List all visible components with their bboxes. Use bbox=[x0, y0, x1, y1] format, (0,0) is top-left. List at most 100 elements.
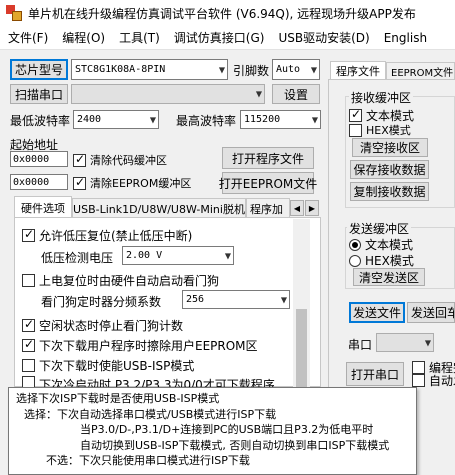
copy-receive-button[interactable]: 复制接收数据 bbox=[350, 182, 429, 201]
app-window: 单片机在线升级编程仿真调试平台软件 (V6.94Q), 远程现场升级APP发布 … bbox=[0, 0, 455, 475]
tab-hardware-options[interactable]: 硬件选项 bbox=[14, 196, 72, 218]
send-hex-mode-label: HEX模式 bbox=[365, 254, 414, 268]
menu-program[interactable]: 编程(O) bbox=[55, 26, 112, 50]
title-bar: 单片机在线升级编程仿真调试平台软件 (V6.94Q), 远程现场升级APP发布 bbox=[0, 0, 455, 26]
cold-start-download-label: 下次冷启动时,P3.2/P3.3为0/0才可下载程序 bbox=[39, 378, 275, 387]
checkbox-checked-icon bbox=[22, 227, 35, 242]
chevron-down-icon: ▼ bbox=[280, 295, 287, 304]
max-baud-value: 115200 bbox=[244, 114, 281, 125]
send-text-mode-radio[interactable]: 文本模式 bbox=[349, 236, 413, 253]
chevron-down-icon: ▼ bbox=[424, 338, 431, 347]
usb-isp-tooltip: 选择下次ISP下载时是否使用USB-ISP模式 选择：下次自动选择串口模式/US… bbox=[8, 387, 417, 475]
min-baud-select[interactable]: 2400 ▼ bbox=[73, 110, 159, 129]
idle-stop-watchdog-label: 空闲状态时停止看门狗计数 bbox=[39, 319, 184, 333]
tooltip-line-2: 选择：下次自动选择串口模式/USB模式进行ISP下载 bbox=[24, 407, 277, 421]
chevron-down-icon: ▼ bbox=[224, 251, 231, 260]
power-on-watchdog-label: 上电复位时由硬件自动启动看门狗 bbox=[39, 274, 220, 288]
save-receive-button[interactable]: 保存接收数据 bbox=[350, 160, 429, 179]
receive-hex-mode-checkbox[interactable]: HEX模式 bbox=[349, 122, 411, 138]
usb-isp-mode-checkbox[interactable]: 下次下载时使能USB-ISP模式 bbox=[22, 357, 194, 374]
chevron-down-icon: ▼ bbox=[255, 89, 262, 99]
checkbox-checked-icon bbox=[349, 107, 362, 122]
checkbox-unchecked-icon bbox=[22, 274, 35, 287]
watchdog-prescaler-label: 看门狗定时器分频系数 bbox=[41, 295, 162, 309]
menu-file[interactable]: 文件(F) bbox=[0, 26, 55, 50]
tab-program-encrypt[interactable]: 程序加 bbox=[246, 198, 290, 218]
clear-receive-button[interactable]: 清空接收区 bbox=[352, 138, 428, 157]
clear-code-buffer-label: 清除代码缓冲区 bbox=[90, 154, 167, 167]
min-baud-value: 2400 bbox=[77, 114, 102, 125]
menu-english[interactable]: English bbox=[377, 26, 434, 50]
clear-eeprom-buffer-checkbox[interactable]: 清除EEPROM缓冲区 bbox=[73, 175, 191, 191]
allow-low-voltage-reset-checkbox[interactable]: 允许低压复位(禁止低压中断) bbox=[22, 227, 192, 244]
chevron-down-icon: ▼ bbox=[311, 115, 318, 124]
eeprom-address-input[interactable]: 0x0000 bbox=[10, 174, 68, 190]
chip-model-button[interactable]: 芯片型号 bbox=[10, 59, 68, 80]
chevron-down-icon: ▼ bbox=[149, 115, 156, 124]
pins-select[interactable]: Auto ▼ bbox=[272, 59, 320, 80]
tab-program-file[interactable]: 程序文件 bbox=[330, 61, 386, 79]
serial-port-combo[interactable]: ▼ bbox=[376, 333, 434, 352]
allow-low-voltage-reset-label: 允许低压复位(禁止低压中断) bbox=[39, 229, 193, 243]
settings-button[interactable]: 设置 bbox=[272, 84, 320, 104]
serial-port-select[interactable]: ▼ bbox=[71, 84, 265, 104]
tab-eeprom-file[interactable]: EEPROM文件 bbox=[386, 62, 455, 79]
send-return-button[interactable]: 发送回车 bbox=[407, 302, 455, 323]
checkbox-checked-icon bbox=[73, 152, 86, 167]
tab-scroll-left-icon[interactable]: ◀ bbox=[290, 200, 304, 216]
menu-usb-driver[interactable]: USB驱动安装(D) bbox=[271, 26, 376, 50]
open-eeprom-file-button[interactable]: 打开EEPROM文件 bbox=[219, 172, 317, 194]
tooltip-line-1: 选择下次ISP下载时是否使用USB-ISP模式 bbox=[16, 392, 220, 405]
chip-model-select[interactable]: STC8G1K08A-8PIN ▼ bbox=[71, 59, 228, 80]
receive-buffer-title: 接收缓冲区 bbox=[349, 89, 414, 106]
pins-label: 引脚数 bbox=[233, 64, 270, 78]
usb-isp-mode-label: 下次下载时使能USB-ISP模式 bbox=[39, 359, 195, 373]
tab-scroll-right-icon[interactable]: ▶ bbox=[305, 200, 319, 216]
low-voltage-value: 2.00 V bbox=[126, 250, 163, 261]
idle-stop-watchdog-checkbox[interactable]: 空闲状态时停止看门狗计数 bbox=[22, 317, 183, 334]
chip-model-value: STC8G1K08A-8PIN bbox=[75, 64, 166, 75]
code-address-input[interactable]: 0x0000 bbox=[10, 151, 68, 167]
app-logo-icon bbox=[6, 5, 22, 21]
scrollbar-thumb[interactable] bbox=[296, 309, 307, 387]
clear-send-button[interactable]: 清空发送区 bbox=[353, 268, 425, 286]
chevron-down-icon: ▼ bbox=[310, 65, 317, 74]
tooltip-line-3: 当P3.0/D-,P3.1/D+连接到PC的USB端口且P3.2为低电平时 bbox=[80, 423, 374, 436]
clear-eeprom-buffer-label: 清除EEPROM缓冲区 bbox=[90, 177, 192, 190]
options-scrollbar[interactable] bbox=[293, 219, 310, 387]
power-on-watchdog-checkbox[interactable]: 上电复位时由硬件自动启动看门狗 bbox=[22, 272, 219, 289]
send-text-mode-label: 文本模式 bbox=[365, 238, 414, 252]
menu-debug-interface[interactable]: 调试仿真接口(G) bbox=[167, 26, 272, 50]
open-program-file-button[interactable]: 打开程序文件 bbox=[222, 147, 314, 169]
scan-port-button[interactable]: 扫描串口 bbox=[10, 84, 68, 104]
send-hex-mode-radio[interactable]: HEX模式 bbox=[349, 252, 414, 269]
pins-value: Auto bbox=[276, 64, 301, 75]
cold-start-download-checkbox[interactable]: 下次冷启动时,P3.2/P3.3为0/0才可下载程序 bbox=[22, 376, 275, 387]
menu-tools[interactable]: 工具(T) bbox=[112, 26, 167, 50]
max-baud-select[interactable]: 115200 ▼ bbox=[240, 110, 321, 129]
min-baud-label: 最低波特率 bbox=[10, 114, 71, 128]
max-baud-label: 最高波特率 bbox=[176, 114, 237, 128]
menu-bar: 文件(F) 编程(O) 工具(T) 调试仿真接口(G) USB驱动安装(D) E… bbox=[0, 26, 455, 50]
radio-unselected-icon bbox=[349, 254, 361, 267]
tab-usb-link-offline[interactable]: USB-Link1D/U8W/U8W-Mini脱机 bbox=[72, 198, 246, 218]
checkbox-checked-icon bbox=[22, 337, 35, 352]
tooltip-line-5: 不选：下次只能使用串口模式进行ISP下载 bbox=[46, 454, 250, 467]
low-voltage-select[interactable]: 2.00 V ▼ bbox=[122, 246, 234, 265]
checkbox-unchecked-icon bbox=[22, 359, 35, 372]
watchdog-prescaler-select[interactable]: 256 ▼ bbox=[182, 290, 290, 309]
auto-send-checkbox[interactable]: 自动发 bbox=[412, 374, 455, 387]
send-file-button[interactable]: 发送文件 bbox=[349, 302, 405, 323]
checkbox-unchecked-icon bbox=[412, 361, 425, 374]
erase-eeprom-checkbox[interactable]: 下次下载用户程序时擦除用户EEPROM区 bbox=[22, 337, 258, 354]
chevron-down-icon: ▼ bbox=[218, 65, 225, 74]
checkbox-checked-icon bbox=[22, 317, 35, 332]
open-serial-button[interactable]: 打开串口 bbox=[346, 362, 404, 386]
receive-hex-mode-label: HEX模式 bbox=[366, 124, 411, 137]
clear-code-buffer-checkbox[interactable]: 清除代码缓冲区 bbox=[73, 152, 167, 168]
low-voltage-label: 低压检测电压 bbox=[41, 251, 114, 265]
radio-selected-icon bbox=[349, 238, 361, 251]
window-title: 单片机在线升级编程仿真调试平台软件 (V6.94Q), 远程现场升级APP发布 bbox=[28, 6, 416, 21]
erase-eeprom-label: 下次下载用户程序时擦除用户EEPROM区 bbox=[39, 339, 258, 353]
checkbox-unchecked-icon bbox=[349, 123, 362, 137]
